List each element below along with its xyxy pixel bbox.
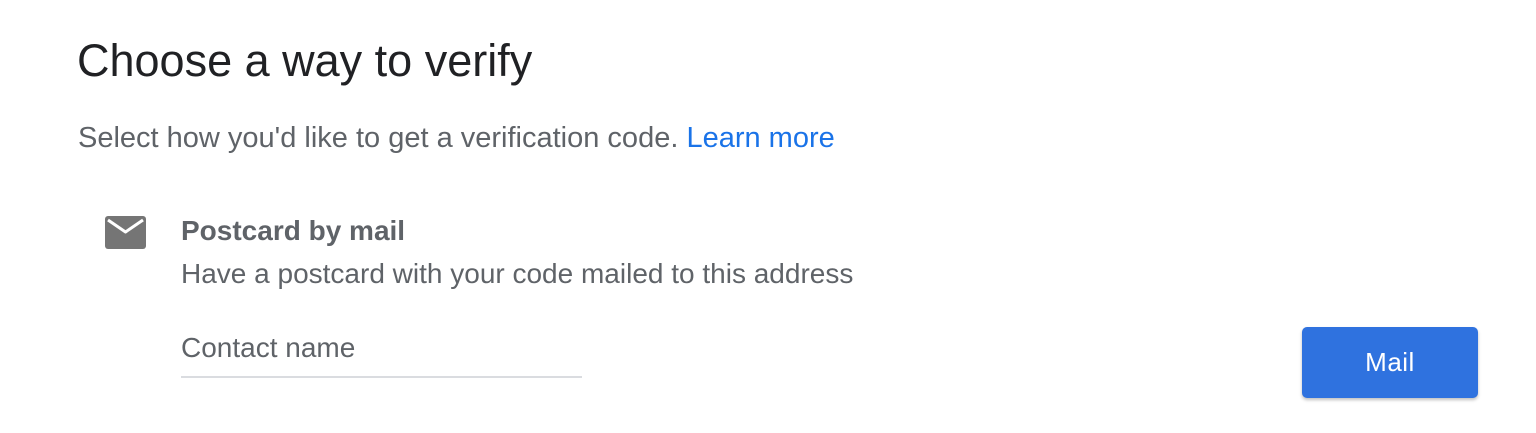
option-title: Postcard by mail (181, 215, 406, 246)
learn-more-link[interactable]: Learn more (686, 122, 834, 154)
page-title: Choose a way to verify (77, 35, 533, 86)
mail-envelope-icon (105, 216, 146, 249)
instructions-text: Select how you'd like to get a verificat… (78, 122, 679, 154)
verification-instructions: Select how you'd like to get a verificat… (78, 118, 835, 158)
option-description: Have a postcard with your code mailed to… (181, 258, 854, 289)
contact-name-input[interactable] (181, 326, 582, 370)
mail-button[interactable]: Mail (1302, 327, 1478, 398)
contact-name-field (181, 326, 582, 378)
